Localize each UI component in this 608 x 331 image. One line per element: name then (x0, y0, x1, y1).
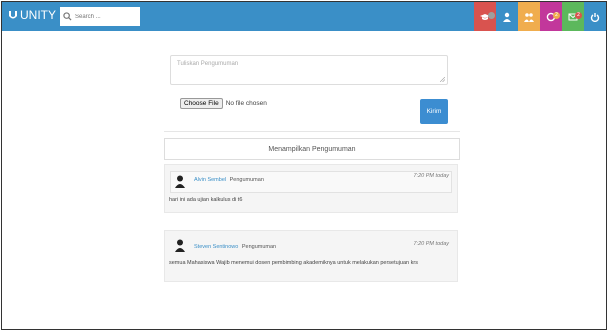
nav-messages-button[interactable]: 2 (562, 2, 584, 31)
courses-badge (488, 12, 495, 19)
nav-notifications-button[interactable]: 2 (540, 2, 562, 31)
top-navbar: UNITY 2 2 (2, 2, 606, 31)
avatar (175, 239, 185, 252)
announcement-byline: Steven Sentinowo Pengumuman (194, 244, 276, 250)
announcement-textarea[interactable]: Tuliskan Pengumuman (170, 55, 448, 85)
nav-profile-button[interactable] (496, 2, 518, 31)
announcement-action: Pengumuman (229, 177, 264, 183)
author-link[interactable]: Steven Sentinowo (194, 244, 238, 250)
notifications-badge: 2 (553, 12, 560, 19)
nav-groups-button[interactable] (518, 2, 540, 31)
users-icon (524, 12, 534, 22)
avatar (175, 175, 185, 188)
nav-logout-button[interactable] (584, 2, 606, 31)
announcements-header: Menampilkan Pengumuman (164, 138, 460, 160)
brand[interactable]: UNITY (8, 8, 56, 22)
file-status: No file chosen (225, 100, 267, 107)
resize-handle-icon[interactable] (440, 77, 445, 82)
timestamp: 7:20 PM today (413, 173, 449, 179)
power-icon (590, 12, 600, 22)
section-divider (164, 131, 460, 132)
timestamp: 7:20 PM today (413, 241, 449, 247)
announcement-placeholder: Tuliskan Pengumuman (177, 61, 239, 67)
nav-icon-bar: 2 2 (474, 2, 606, 31)
submit-button[interactable]: Kirim (420, 99, 448, 124)
choose-file-button[interactable]: Choose File (180, 98, 223, 109)
file-upload-row: Choose File No file chosen (180, 98, 267, 109)
author-link[interactable]: Alvin Sembel (194, 177, 226, 183)
nav-courses-button[interactable] (474, 2, 496, 31)
search-input[interactable] (75, 13, 135, 20)
brand-logo-icon (9, 11, 17, 19)
announcement-card: Alvin Sembel Pengumuman 7:20 PM today ha… (164, 164, 458, 213)
announcement-byline: Alvin Sembel Pengumuman (194, 177, 264, 183)
brand-name: UNITY (20, 8, 56, 22)
announcement-message: semua Mahasiswa Wajib menemui dosen pemb… (169, 260, 418, 266)
search-box[interactable] (60, 7, 140, 26)
search-icon (63, 12, 72, 21)
user-icon (503, 12, 511, 22)
announcement-action: Pengumuman (241, 244, 277, 250)
messages-badge: 2 (575, 12, 582, 19)
announcement-card: Steven Sentinowo Pengumuman 7:20 PM toda… (164, 230, 458, 282)
announcement-message: hari ini ada ujian kalkulus di t6 (169, 197, 243, 203)
